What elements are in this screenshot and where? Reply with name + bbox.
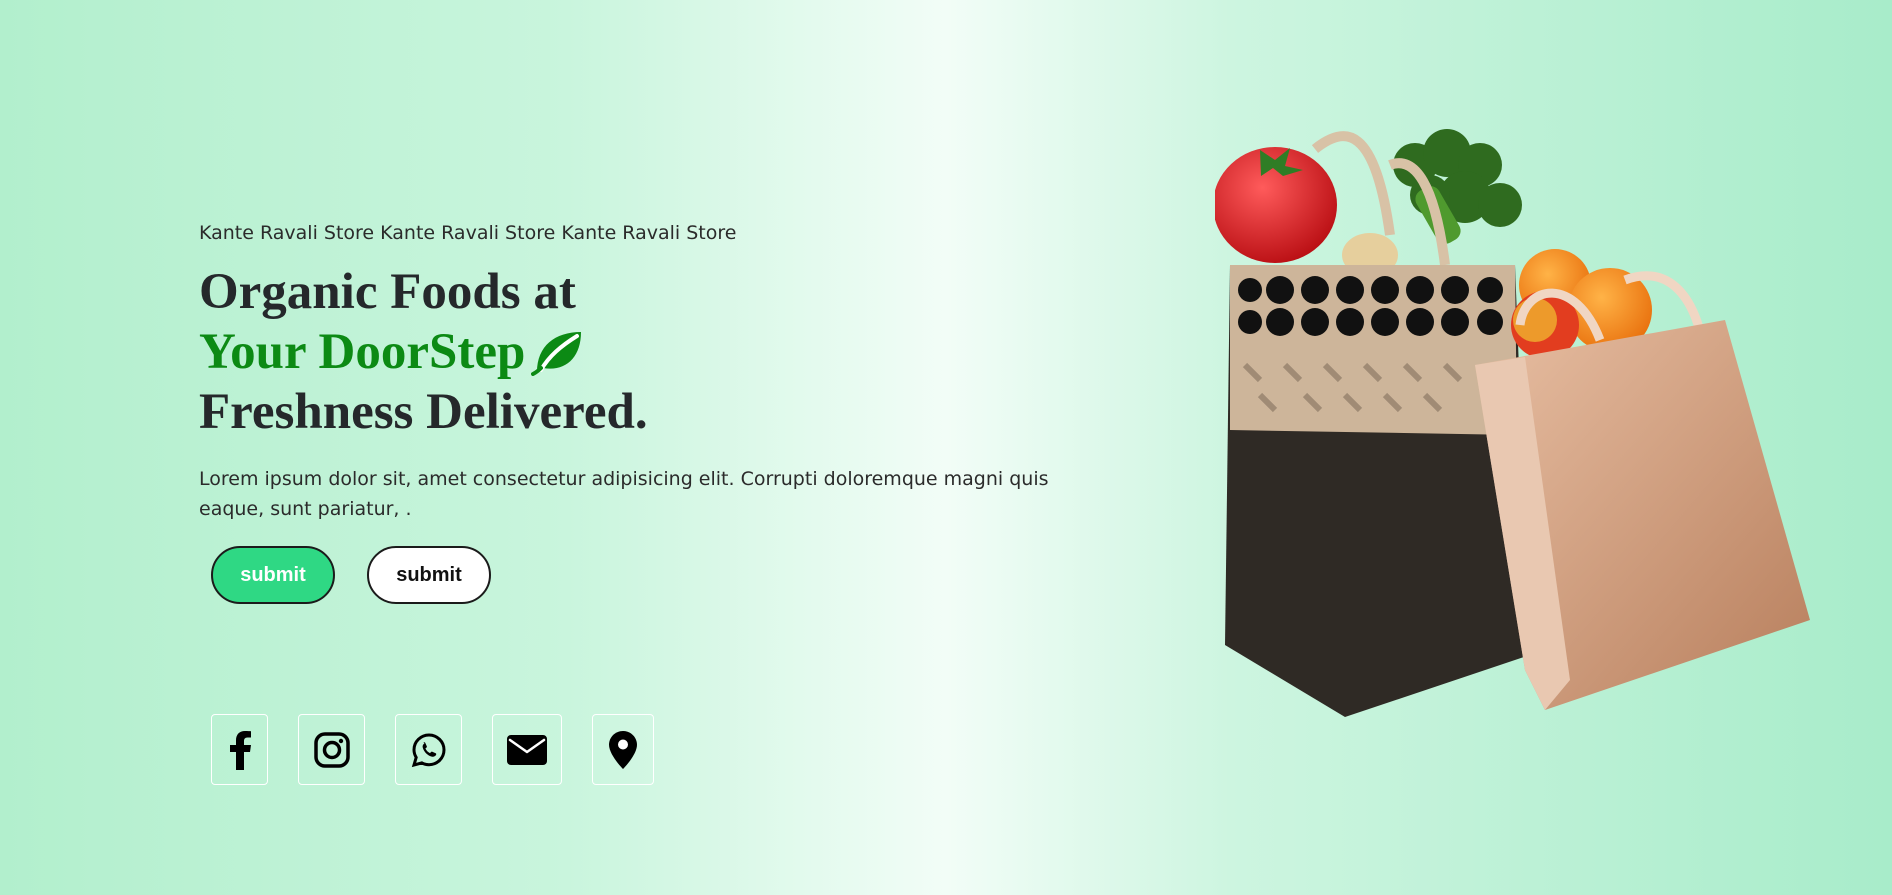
headline-line-2-text: Your DoorStep	[199, 324, 526, 380]
grocery-bags-image	[1213, 125, 1815, 725]
hero-description: Lorem ipsum dolor sit, amet consectetur …	[199, 468, 1049, 520]
headline-line-1: Organic Foods at	[199, 264, 576, 320]
hero-headline: Organic Foods at Your DoorStep Freshness…	[199, 262, 1079, 442]
facebook-link[interactable]	[211, 714, 268, 785]
social-links	[211, 714, 684, 785]
store-tagline: Kante Ravali Store Kante Ravali Store Ka…	[199, 222, 737, 244]
broccoli	[1393, 129, 1522, 244]
facebook-icon	[227, 730, 253, 770]
email-link[interactable]	[492, 714, 562, 785]
secondary-submit-button[interactable]: submit	[367, 546, 491, 604]
whatsapp-icon	[411, 732, 447, 768]
primary-submit-button[interactable]: submit	[211, 546, 335, 604]
instagram-link[interactable]	[298, 714, 365, 785]
hero-content: Kante Ravali Store Kante Ravali Store Ka…	[199, 222, 1079, 604]
location-link[interactable]	[592, 714, 654, 785]
envelope-icon	[507, 734, 547, 765]
instagram-icon	[313, 731, 350, 768]
headline-line-3: Freshness Delivered.	[199, 384, 648, 440]
whatsapp-link[interactable]	[395, 714, 462, 785]
leaf-icon	[531, 328, 585, 377]
map-pin-icon	[609, 730, 637, 769]
hero-buttons: submit submit	[211, 546, 1079, 604]
headline-line-2: Your DoorStep	[199, 322, 1079, 382]
